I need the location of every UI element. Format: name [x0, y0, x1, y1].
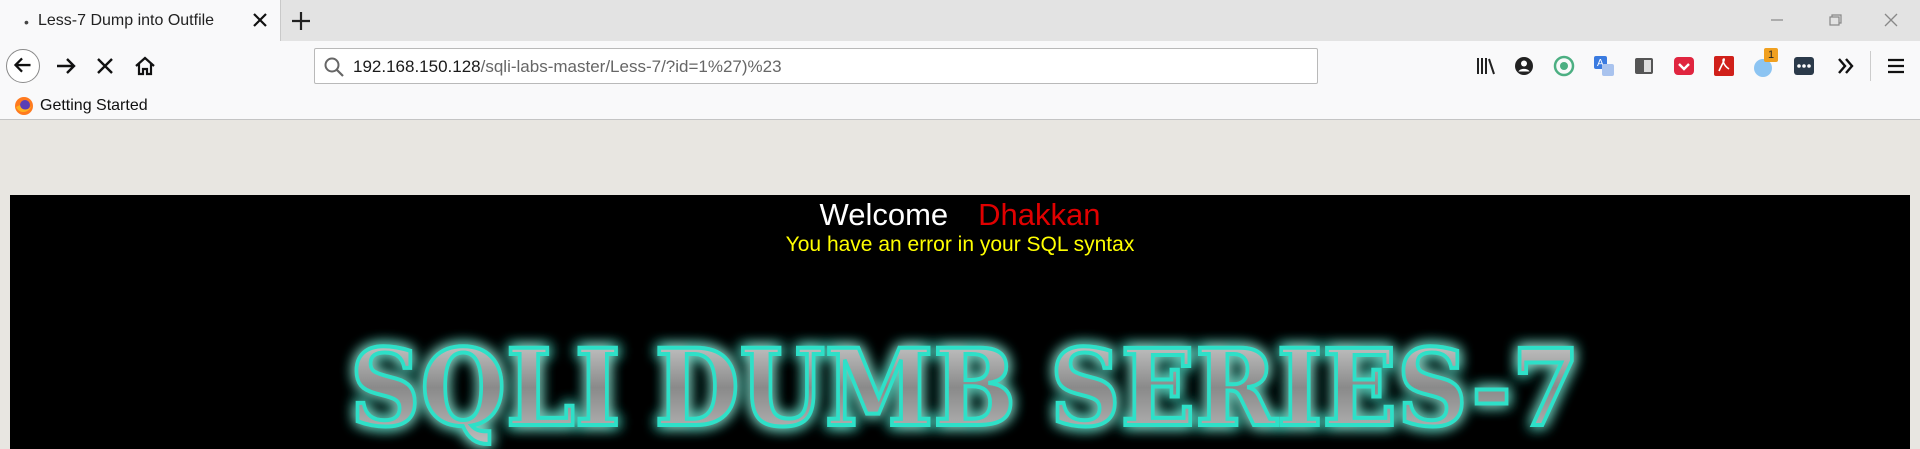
close-tab-icon[interactable] [250, 10, 270, 30]
more-dots-icon[interactable] [1792, 54, 1816, 78]
extension-circle-icon[interactable] [1552, 54, 1576, 78]
tab-loading-dot: • [24, 14, 29, 30]
minimize-icon[interactable] [1764, 8, 1790, 32]
forward-icon[interactable] [49, 49, 83, 83]
url-text: 192.168.150.128/sqli-labs-master/Less-7/… [353, 57, 782, 77]
firefox-icon [15, 97, 33, 115]
home-icon[interactable] [128, 49, 162, 83]
sql-error-message: You have an error in your SQL syntax [785, 233, 1135, 256]
bookmarks-toolbar: Getting Started [0, 92, 1920, 120]
bookmark-label: Getting Started [40, 97, 148, 114]
notification-badge: 1 [1764, 48, 1778, 62]
search-icon [324, 57, 344, 77]
overflow-chevron-icon[interactable] [1834, 54, 1858, 78]
new-tab-icon[interactable] [288, 8, 314, 34]
library-icon[interactable] [1474, 54, 1498, 78]
tab-active[interactable]: • Less-7 Dump into Outfile [0, 0, 281, 41]
welcome-line: Welcome Dhakkan [10, 197, 1910, 233]
translate-icon[interactable]: A [1592, 54, 1616, 78]
toolbar-divider [1870, 51, 1871, 81]
username-text: Dhakkan [978, 197, 1101, 232]
restore-icon[interactable] [1822, 8, 1848, 32]
pocket-icon[interactable] [1672, 54, 1696, 78]
pdf-icon[interactable] [1712, 54, 1736, 78]
banner-text: SQLI DUMB SERIES-7 [350, 325, 1580, 449]
url-path: /sqli-labs-master/Less-7/?id=1%27)%23 [480, 57, 782, 76]
tab-title: Less-7 Dump into Outfile [38, 12, 215, 29]
url-host: 192.168.150.128 [353, 57, 481, 76]
close-window-icon[interactable] [1878, 8, 1904, 32]
tab-strip: • Less-7 Dump into Outfile [0, 0, 1920, 41]
stop-loading-icon[interactable] [88, 49, 122, 83]
account-icon[interactable] [1512, 54, 1536, 78]
reader-icon[interactable] [1632, 54, 1656, 78]
series-banner: SQLI DUMB SERIES-7 [348, 325, 1582, 449]
back-button[interactable] [6, 49, 40, 83]
welcome-text: Welcome [819, 197, 949, 232]
page-content: Welcome Dhakkan You have an error in your… [10, 195, 1910, 449]
back-arrow-icon [13, 57, 31, 73]
navigation-toolbar: 192.168.150.128/sqli-labs-master/Less-7/… [0, 41, 1920, 92]
url-bar[interactable]: 192.168.150.128/sqli-labs-master/Less-7/… [314, 48, 1318, 84]
menu-icon[interactable] [1884, 54, 1908, 78]
